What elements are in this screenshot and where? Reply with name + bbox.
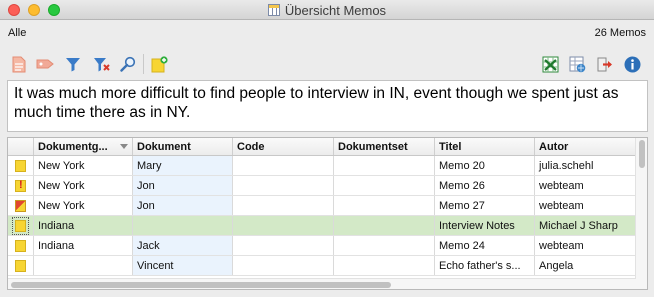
table-row-selected[interactable]: Indiana Interview Notes Michael J Sharp bbox=[8, 216, 636, 236]
document-cell: Jack bbox=[133, 236, 233, 255]
author-cell: webteam bbox=[535, 196, 636, 215]
table-icon bbox=[267, 4, 280, 16]
document-set-cell bbox=[334, 256, 435, 275]
title-bar: Übersicht Memos bbox=[0, 0, 654, 20]
memo-triangle-icon bbox=[15, 199, 26, 212]
code-cell bbox=[233, 196, 334, 215]
document-cell bbox=[133, 216, 233, 235]
memo-type-cell bbox=[8, 216, 34, 235]
excel-export-icon[interactable] bbox=[541, 55, 559, 73]
document-set-cell bbox=[334, 176, 435, 195]
document-cell: Jon bbox=[133, 176, 233, 195]
new-memo-icon[interactable] bbox=[10, 55, 28, 73]
tag-icon[interactable] bbox=[36, 55, 54, 73]
code-cell bbox=[233, 236, 334, 255]
title-cell: Memo 24 bbox=[435, 236, 535, 255]
memo-text-preview[interactable]: It was much more difficult to find peopl… bbox=[7, 80, 648, 132]
table-row[interactable]: New York Jon Memo 26 webteam bbox=[8, 176, 636, 196]
memo-count: 26 Memos bbox=[594, 27, 646, 39]
column-header-document-group[interactable]: Dokumentg... bbox=[34, 138, 133, 155]
code-cell bbox=[233, 216, 334, 235]
filter-label: Alle bbox=[8, 27, 27, 39]
table-row[interactable]: New York Mary Memo 20 julia.schehl bbox=[8, 156, 636, 176]
author-cell: julia.schehl bbox=[535, 156, 636, 175]
code-cell bbox=[233, 156, 334, 175]
document-cell: Vincent bbox=[133, 256, 233, 275]
title-cell: Memo 27 bbox=[435, 196, 535, 215]
horizontal-scrollbar[interactable] bbox=[8, 278, 636, 289]
window-title: Übersicht Memos bbox=[284, 2, 387, 18]
memo-type-cell bbox=[8, 256, 34, 275]
memo-icon bbox=[15, 239, 26, 252]
title-cell: Memo 26 bbox=[435, 176, 535, 195]
table-row[interactable]: Vincent Echo father's s... Angela bbox=[8, 256, 636, 276]
title-wrap: Übersicht Memos bbox=[0, 0, 654, 20]
column-header-author[interactable]: Autor bbox=[535, 138, 636, 155]
document-cell: Jon bbox=[133, 196, 233, 215]
memo-type-cell bbox=[8, 156, 34, 175]
filter-icon[interactable] bbox=[64, 55, 82, 73]
column-header-document[interactable]: Dokument bbox=[133, 138, 233, 155]
search-icon[interactable] bbox=[119, 55, 137, 73]
document-set-cell bbox=[334, 216, 435, 235]
document-group-cell: New York bbox=[34, 176, 133, 195]
code-cell bbox=[233, 256, 334, 275]
title-cell: Echo father's s... bbox=[435, 256, 535, 275]
document-group-cell: Indiana bbox=[34, 236, 133, 255]
title-cell: Memo 20 bbox=[435, 156, 535, 175]
memo-icon bbox=[12, 216, 29, 235]
sort-descending-icon bbox=[120, 144, 128, 149]
author-cell: Michael J Sharp bbox=[535, 216, 636, 235]
document-group-cell bbox=[34, 256, 133, 275]
column-header-code[interactable]: Code bbox=[233, 138, 334, 155]
document-group-cell: New York bbox=[34, 196, 133, 215]
vertical-scroll-thumb[interactable] bbox=[639, 140, 645, 168]
table-row[interactable]: Indiana Jack Memo 24 webteam bbox=[8, 236, 636, 256]
memo-icon bbox=[15, 159, 26, 172]
toolbar-divider bbox=[143, 54, 144, 74]
info-icon[interactable] bbox=[623, 55, 641, 73]
document-set-cell bbox=[334, 156, 435, 175]
memo-exclamation-icon bbox=[15, 179, 26, 192]
column-header-icon[interactable] bbox=[8, 138, 34, 155]
author-cell: webteam bbox=[535, 176, 636, 195]
column-header-document-set[interactable]: Dokumentset bbox=[334, 138, 435, 155]
add-memo-icon[interactable] bbox=[150, 55, 168, 73]
document-cell: Mary bbox=[133, 156, 233, 175]
web-export-icon[interactable] bbox=[568, 55, 586, 73]
table-row[interactable]: New York Jon Memo 27 webteam bbox=[8, 196, 636, 216]
vertical-scrollbar[interactable] bbox=[635, 138, 647, 289]
memo-table: Dokumentg... Dokument Code Dokumentset T… bbox=[7, 137, 648, 290]
code-cell bbox=[233, 176, 334, 195]
author-cell: webteam bbox=[535, 236, 636, 255]
document-set-cell bbox=[334, 196, 435, 215]
table-header: Dokumentg... Dokument Code Dokumentset T… bbox=[8, 138, 636, 156]
title-cell: Interview Notes bbox=[435, 216, 535, 235]
horizontal-scroll-thumb[interactable] bbox=[11, 282, 391, 288]
memo-type-cell bbox=[8, 236, 34, 255]
document-group-cell: Indiana bbox=[34, 216, 133, 235]
author-cell: Angela bbox=[535, 256, 636, 275]
column-header-title[interactable]: Titel bbox=[435, 138, 535, 155]
clear-filter-icon[interactable] bbox=[92, 55, 110, 73]
export-icon[interactable] bbox=[595, 55, 613, 73]
memo-icon bbox=[15, 259, 26, 272]
document-group-cell: New York bbox=[34, 156, 133, 175]
memo-type-cell bbox=[8, 196, 34, 215]
memo-type-cell bbox=[8, 176, 34, 195]
column-header-label: Dokumentg... bbox=[38, 140, 108, 153]
document-set-cell bbox=[334, 236, 435, 255]
